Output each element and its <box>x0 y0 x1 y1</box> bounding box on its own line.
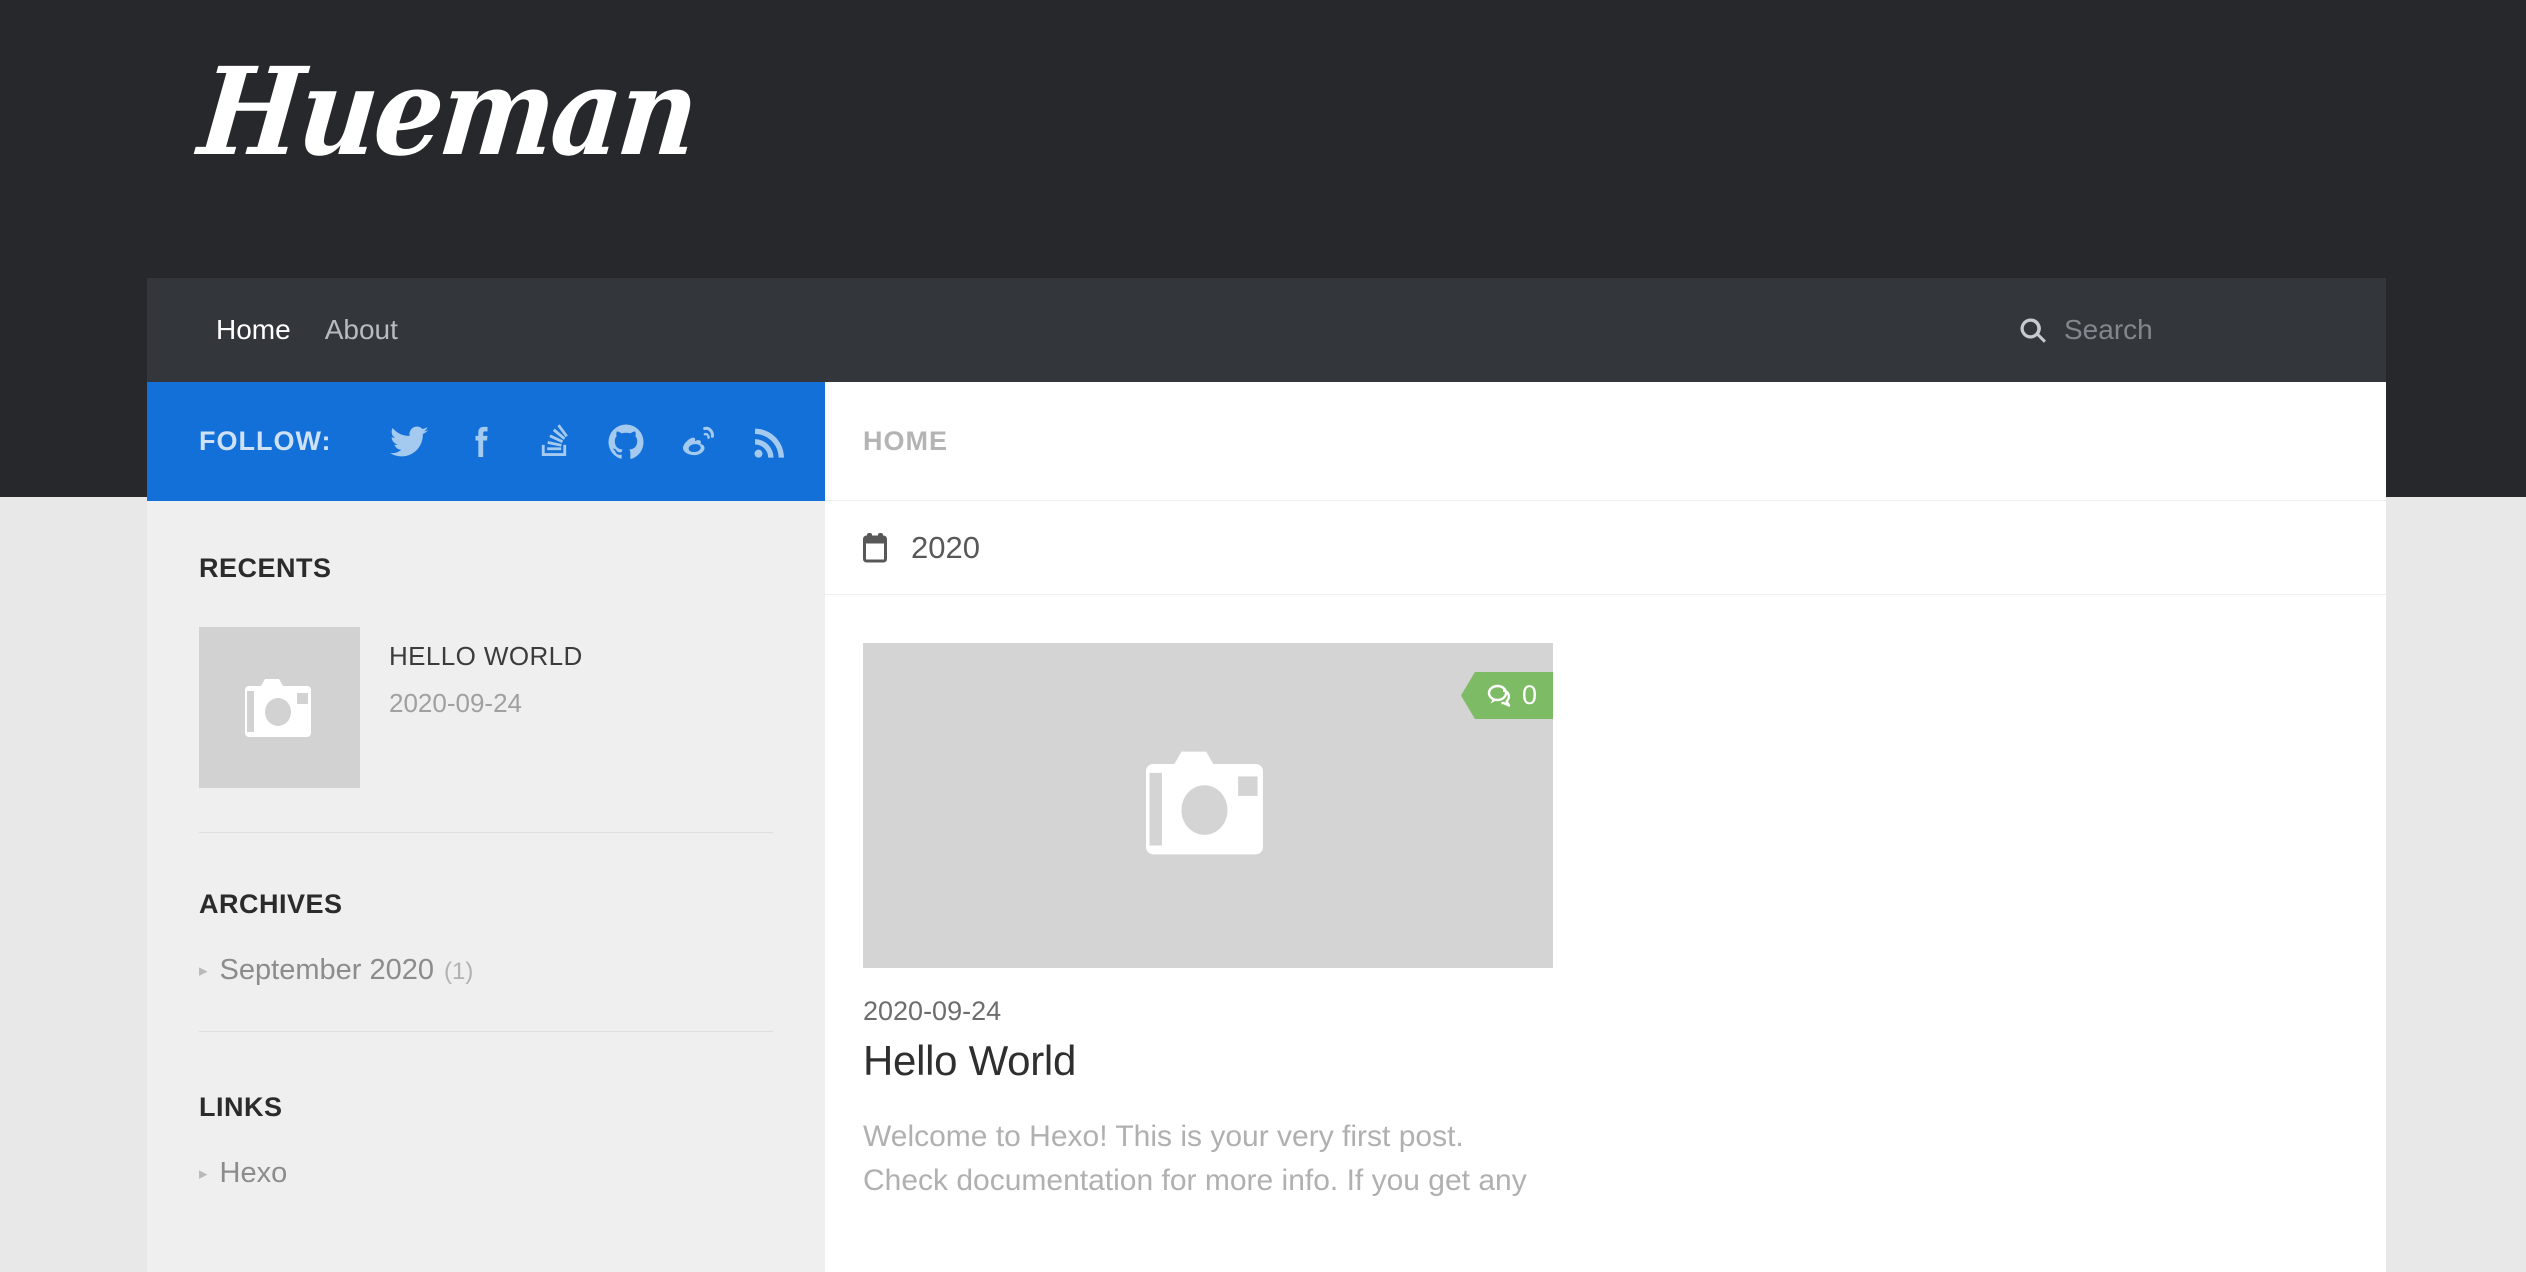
link-item-hexo[interactable]: ▸ Hexo <box>199 1157 773 1190</box>
camera-placeholder-icon <box>1146 751 1270 860</box>
social-icon-list <box>389 421 791 463</box>
widget-archives: ARCHIVES ▸ September 2020 (1) <box>147 833 825 987</box>
caret-right-icon: ▸ <box>199 1164 208 1183</box>
caret-right-icon: ▸ <box>199 961 208 980</box>
widget-title-archives: ARCHIVES <box>199 889 343 919</box>
follow-bar: FOLLOW: <box>147 382 825 501</box>
archive-item-count: (1) <box>443 958 474 985</box>
calendar-icon <box>863 532 893 564</box>
recent-post-date: 2020-09-24 <box>389 688 522 719</box>
archive-item-label[interactable]: September 2020 <box>220 954 434 987</box>
widget-title-recents: RECENTS <box>199 553 332 583</box>
weibo-icon[interactable] <box>677 421 719 463</box>
rss-icon[interactable] <box>749 421 791 463</box>
recent-post-item[interactable]: HELLO WORLD 2020-09-24 <box>199 627 773 788</box>
main-content: HOME 2020 0 2020-09-24 Hello World Welco… <box>825 382 2386 1272</box>
twitter-icon[interactable] <box>389 421 431 463</box>
breadcrumb-item-home[interactable]: HOME <box>863 426 948 457</box>
widget-links: LINKS ▸ Hexo <box>147 1032 825 1190</box>
stackoverflow-icon[interactable] <box>533 421 575 463</box>
post-date: 2020-09-24 <box>863 996 1002 1026</box>
comment-icon <box>1487 684 1511 707</box>
site-logo[interactable]: Hueman <box>193 42 702 183</box>
year-group-header: 2020 <box>825 501 2386 595</box>
post-thumbnail[interactable]: 0 <box>863 643 1553 968</box>
link-item-label[interactable]: Hexo <box>220 1157 288 1190</box>
page-container: Home About FOLLOW: <box>147 278 2386 1272</box>
widget-recents: RECENTS HELLO WORLD 2020-09-24 <box>147 501 825 788</box>
post-excerpt: Welcome to Hexo! This is your very first… <box>863 1120 1527 1198</box>
comment-count-badge[interactable]: 0 <box>1460 672 1553 719</box>
search-input[interactable] <box>2064 314 2324 346</box>
nav-item-about[interactable]: About <box>308 278 415 382</box>
follow-label: FOLLOW: <box>199 426 332 456</box>
archives-list: ▸ September 2020 (1) <box>199 954 773 987</box>
widget-title-links: LINKS <box>199 1092 283 1122</box>
nav-item-home[interactable]: Home <box>199 278 308 382</box>
search-icon[interactable] <box>2016 314 2050 348</box>
facebook-icon[interactable] <box>461 421 503 463</box>
nav-menu: Home About <box>199 278 415 382</box>
search-area <box>2016 278 2324 382</box>
archive-item-september-2020[interactable]: ▸ September 2020 (1) <box>199 954 773 987</box>
recent-post-meta: HELLO WORLD 2020-09-24 <box>389 627 583 788</box>
site-header: Hueman <box>0 0 2526 278</box>
body-row: FOLLOW: RECENTS HELLO WORLD 2020-09-24 A… <box>147 382 2386 1272</box>
github-icon[interactable] <box>605 421 647 463</box>
breadcrumb: HOME <box>825 382 2386 501</box>
year-label: 2020 <box>911 529 980 565</box>
links-list: ▸ Hexo <box>199 1157 773 1190</box>
post-card[interactable]: 0 2020-09-24 Hello World Welcome to Hexo… <box>863 643 1553 1204</box>
camera-placeholder-icon <box>199 627 360 788</box>
main-navigation-bar: Home About <box>147 278 2386 382</box>
sidebar: FOLLOW: RECENTS HELLO WORLD 2020-09-24 A… <box>147 382 825 1272</box>
recent-post-title[interactable]: HELLO WORLD <box>389 641 583 672</box>
comment-count: 0 <box>1521 680 1537 710</box>
post-list: 0 2020-09-24 Hello World Welcome to Hexo… <box>825 595 2386 1204</box>
post-title[interactable]: Hello World <box>863 1037 1553 1085</box>
